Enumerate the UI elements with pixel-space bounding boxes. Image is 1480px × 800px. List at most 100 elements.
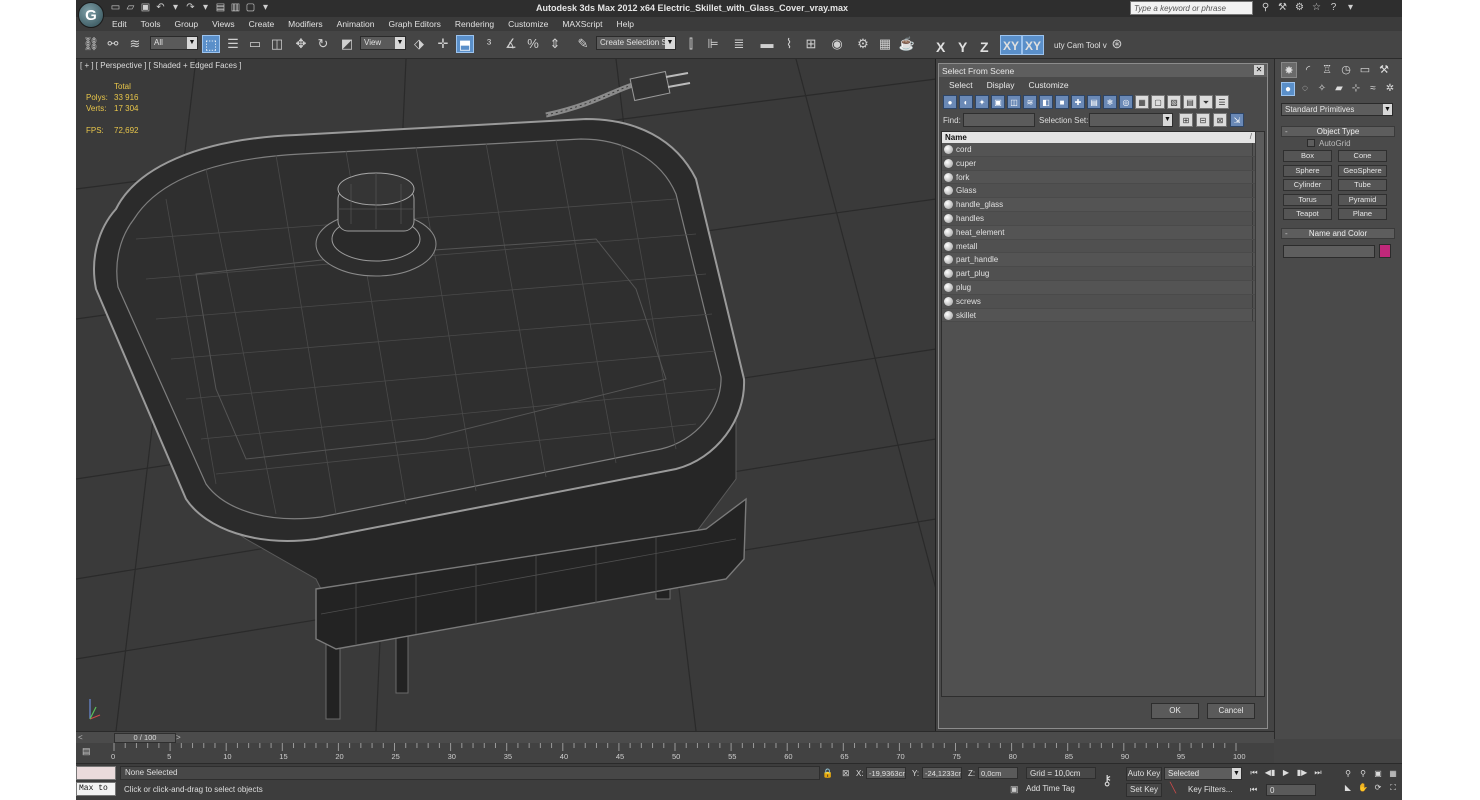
hold-icon[interactable]: ▤ (215, 2, 226, 13)
dialog-title[interactable]: Select From Scene (939, 64, 1267, 77)
key-mode-toggle-icon[interactable]: ⏮ (1250, 785, 1257, 795)
window-crossing-icon[interactable]: ◫ (268, 35, 286, 53)
axis-y-button[interactable]: Y (958, 39, 967, 55)
display-xrefs-icon[interactable]: ■ (1055, 95, 1069, 109)
primitive-plane-button[interactable]: Plane (1338, 208, 1387, 220)
menu-create[interactable]: Create (249, 19, 275, 29)
maxscript-mini-listener[interactable]: Max to (76, 782, 116, 796)
zoom-icon[interactable]: ⚲ (1342, 768, 1354, 779)
pan-icon[interactable]: ✋ (1357, 782, 1369, 793)
lights-icon[interactable]: ✧ (1315, 82, 1329, 96)
menu-help[interactable]: Help (616, 19, 633, 29)
add-time-tag-button[interactable]: Add Time Tag (1026, 784, 1075, 793)
new-file-icon[interactable]: ▭ (110, 2, 121, 13)
absolute-mode-icon[interactable]: ⊠ (842, 768, 850, 779)
motion-tab-icon[interactable]: ◷ (1338, 62, 1354, 78)
create-tab-icon[interactable]: ✸ (1281, 62, 1297, 78)
maximize-viewport-icon[interactable]: ⛶ (1387, 782, 1399, 793)
open-file-icon[interactable]: ▱ (125, 2, 136, 13)
object-type-rollout[interactable]: - Object Type (1281, 126, 1395, 137)
fetch-icon[interactable]: ▥ (230, 2, 241, 13)
modify-tab-icon[interactable]: ◜ (1300, 62, 1316, 78)
bind-space-warp-icon[interactable]: ≋ (126, 35, 144, 53)
communication-icon[interactable]: ⚙ (1294, 2, 1305, 13)
primitive-pyramid-button[interactable]: Pyramid (1338, 193, 1387, 206)
curve-editor-icon[interactable]: ⌇ (780, 35, 798, 53)
key-filters-button[interactable]: Key Filters... (1188, 785, 1232, 794)
list-item[interactable]: metall (942, 239, 1256, 254)
list-item[interactable]: part_handle (942, 253, 1256, 268)
ok-button[interactable]: OK (1151, 703, 1199, 719)
help-icon[interactable]: ? (1328, 2, 1339, 13)
selection-filter-dropdown[interactable]: All ▼ (150, 36, 198, 50)
sync-selection-icon[interactable]: ⇲ (1230, 113, 1244, 127)
cam-tool-label[interactable]: uty Cam Tool v (1054, 41, 1107, 50)
display-helpers-icon[interactable]: ◫ (1007, 95, 1021, 109)
menu-tools[interactable]: Tools (141, 19, 161, 29)
select-children-icon[interactable]: ⊟ (1196, 113, 1210, 127)
list-item[interactable]: plug (942, 280, 1256, 295)
select-influences-icon[interactable]: ⊠ (1213, 113, 1227, 127)
select-and-move-icon[interactable]: ✥ (292, 35, 310, 53)
select-by-name-icon[interactable]: ☰ (224, 35, 242, 53)
display-frozen-icon[interactable]: ❄ (1103, 95, 1117, 109)
helpers-icon[interactable]: ⊹ (1349, 82, 1363, 96)
schematic-view-icon[interactable]: ⊞ (802, 35, 820, 53)
field-of-view-icon[interactable]: ◣ (1342, 782, 1354, 793)
zoom-all-icon[interactable]: ⚲ (1357, 768, 1369, 779)
axis-xy-cycle-button[interactable]: XY (1022, 35, 1045, 55)
redo-icon[interactable]: ↷ (185, 2, 196, 13)
cameras-icon[interactable]: ▰ (1332, 82, 1346, 96)
display-bones-icon[interactable]: ✚ (1071, 95, 1085, 109)
autogrid-checkbox[interactable]: AutoGrid (1307, 139, 1351, 148)
list-item[interactable]: heat_element (942, 225, 1256, 240)
list-header-name[interactable]: Name / (942, 132, 1256, 143)
undo-icon[interactable]: ↶ (155, 2, 166, 13)
select-object-icon[interactable]: ⬚ (202, 35, 220, 53)
go-to-end-icon[interactable]: ⏭ (1312, 768, 1324, 778)
x-coordinate-field[interactable]: -19,9363cr (866, 767, 906, 779)
layer-manager-icon[interactable]: ≣ (730, 35, 748, 53)
time-slider-thumb[interactable]: 0 / 100 (114, 733, 176, 743)
camera-tool-icon[interactable]: ⊛ (1108, 35, 1126, 53)
menu-rendering[interactable]: Rendering (455, 19, 494, 29)
primitive-tube-button[interactable]: Tube (1338, 179, 1387, 191)
display-space-warps-icon[interactable]: ≋ (1023, 95, 1037, 109)
graphite-tools-icon[interactable]: ▬ (758, 35, 776, 53)
list-item[interactable]: part_plug (942, 267, 1256, 281)
align-icon[interactable]: ⊫ (704, 35, 722, 53)
angle-snap-icon[interactable]: ∡ (502, 35, 520, 53)
display-containers-icon[interactable]: ▤ (1087, 95, 1101, 109)
list-item[interactable]: skillet (942, 308, 1256, 323)
primitive-cone-button[interactable]: Cone (1338, 150, 1387, 162)
systems-icon[interactable]: ✲ (1383, 82, 1397, 96)
filter-icon[interactable]: ⏷ (1199, 95, 1213, 109)
display-tab-icon[interactable]: ▭ (1357, 62, 1373, 78)
display-hidden-icon[interactable]: ◎ (1119, 95, 1133, 109)
select-dependents-icon[interactable]: ⊞ (1179, 113, 1193, 127)
display-lights-icon[interactable]: ✦ (975, 95, 989, 109)
list-item[interactable]: Glass (942, 184, 1256, 199)
maxscript-listener-input[interactable] (76, 766, 116, 780)
unlink-icon[interactable]: ⚯ (104, 35, 122, 53)
close-icon[interactable]: ✕ (1254, 65, 1264, 75)
link-icon[interactable]: ⛓ (82, 35, 100, 53)
help-dropdown-icon[interactable]: ▾ (1345, 2, 1356, 13)
utilities-tab-icon[interactable]: ⚒ (1376, 62, 1392, 78)
list-item[interactable]: handle_glass (942, 198, 1256, 212)
menu-graph-editors[interactable]: Graph Editors (388, 19, 440, 29)
time-slider-next-icon[interactable]: > (176, 733, 181, 742)
primitive-box-button[interactable]: Box (1283, 150, 1332, 162)
primitive-cylinder-button[interactable]: Cylinder (1283, 179, 1332, 191)
menu-animation[interactable]: Animation (337, 19, 375, 29)
menu-modifiers[interactable]: Modifiers (288, 19, 322, 29)
display-cameras-icon[interactable]: ▣ (991, 95, 1005, 109)
geometry-icon[interactable]: ● (1281, 82, 1295, 96)
orbit-icon[interactable]: ⟳ (1372, 782, 1384, 793)
time-tag-icon[interactable]: ▣ (1010, 784, 1019, 795)
display-shapes-icon[interactable]: ◐ (959, 95, 973, 109)
play-icon[interactable]: ▶ (1280, 768, 1292, 778)
y-coordinate-field[interactable]: -24,1233cr (922, 767, 962, 779)
dialog-menu-display[interactable]: Display (987, 80, 1015, 90)
object-category-dropdown[interactable]: Standard Primitives ▼ (1281, 103, 1393, 116)
